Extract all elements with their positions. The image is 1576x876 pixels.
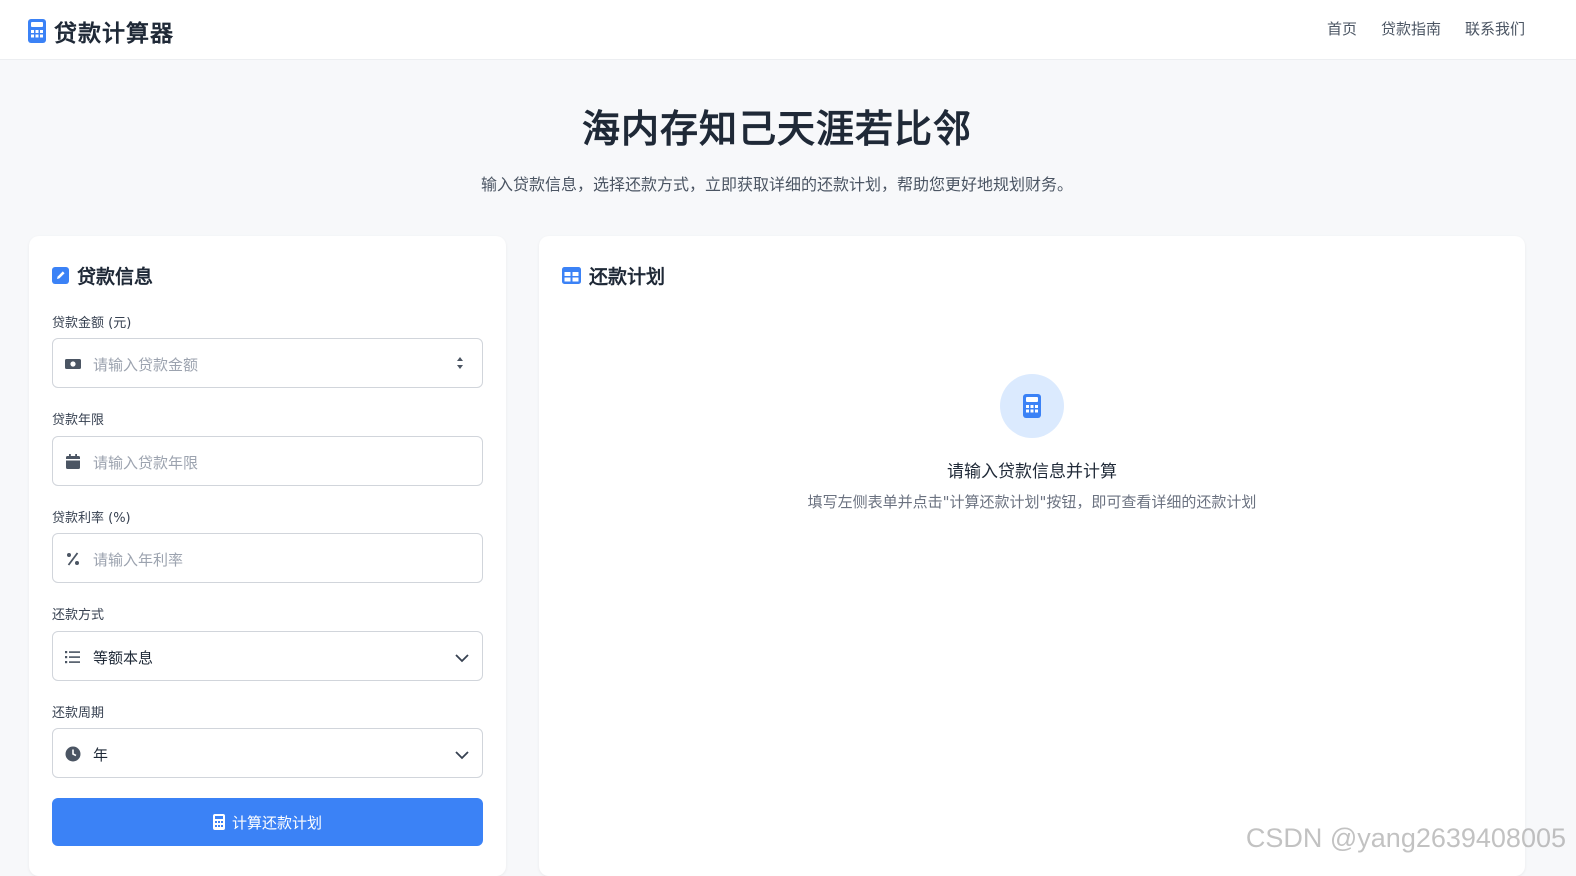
loan-form-title: 贷款信息: [77, 262, 153, 289]
method-label: 还款方式: [52, 604, 104, 623]
chevron-down-icon: [454, 650, 470, 666]
watermark: CSDN @yang2639408005: [1246, 823, 1566, 854]
amount-label: 贷款金额 (元): [52, 312, 131, 331]
rate-label: 贷款利率 (%): [52, 507, 131, 526]
term-input[interactable]: 请输入贷款年限: [52, 436, 483, 486]
nav-contact-link[interactable]: 联系我们: [1465, 18, 1525, 39]
calculate-button[interactable]: 计算还款计划: [52, 798, 483, 846]
stepper-icon[interactable]: [455, 353, 465, 373]
schedule-header: 还款计划: [562, 262, 665, 289]
clock-icon: [64, 745, 82, 763]
calendar-icon: [64, 453, 82, 471]
amount-placeholder: 请输入贷款金额: [93, 354, 198, 375]
empty-state-description: 填写左侧表单并点击"计算还款计划"按钮，即可查看详细的还款计划: [807, 491, 1257, 514]
money-icon: [64, 355, 82, 373]
edit-icon: [52, 267, 69, 284]
empty-state-icon: [1000, 374, 1064, 438]
loan-form-header: 贷款信息: [52, 262, 153, 289]
nav-menu: 首页 贷款指南 联系我们: [1303, 18, 1525, 39]
period-value: 年: [93, 744, 108, 765]
period-label: 还款周期: [52, 702, 104, 721]
schedule-title: 还款计划: [589, 262, 665, 289]
amount-input[interactable]: 请输入贷款金额: [52, 338, 483, 388]
list-icon: [64, 648, 82, 666]
term-placeholder: 请输入贷款年限: [93, 452, 198, 473]
rate-placeholder: 请输入年利率: [93, 549, 183, 570]
hero-title: 海内存知己天涯若比邻: [0, 98, 1554, 153]
calculator-icon: [28, 19, 46, 43]
hero-subtitle: 输入贷款信息，选择还款方式，立即获取详细的还款计划，帮助您更好地规划财务。: [0, 171, 1554, 195]
nav-guide-link[interactable]: 贷款指南: [1381, 18, 1441, 39]
rate-input[interactable]: 请输入年利率: [52, 533, 483, 583]
schedule-card: 还款计划 请输入贷款信息并计算 填写左侧表单并点击"计算还款计划"按钮，即可查看…: [539, 236, 1525, 876]
calculate-button-label: 计算还款计划: [232, 812, 322, 833]
nav-home-link[interactable]: 首页: [1327, 18, 1357, 39]
brand[interactable]: 贷款计算器: [28, 14, 174, 48]
percent-icon: [64, 550, 82, 568]
method-select[interactable]: 等额本息: [52, 631, 483, 681]
calculator-icon: [1023, 394, 1041, 418]
brand-title: 贷款计算器: [54, 14, 174, 48]
method-value: 等额本息: [93, 647, 153, 668]
loan-form-card: 贷款信息 贷款金额 (元) 请输入贷款金额 贷款年限 请输入贷款年限 贷款利率 …: [29, 236, 506, 876]
period-select[interactable]: 年: [52, 728, 483, 778]
table-icon: [562, 267, 581, 284]
chevron-down-icon: [454, 747, 470, 763]
empty-state-title: 请输入贷款信息并计算: [539, 457, 1525, 482]
calculator-icon: [213, 814, 225, 830]
top-navbar: 贷款计算器 首页 贷款指南 联系我们: [0, 0, 1576, 60]
term-label: 贷款年限: [52, 409, 104, 428]
